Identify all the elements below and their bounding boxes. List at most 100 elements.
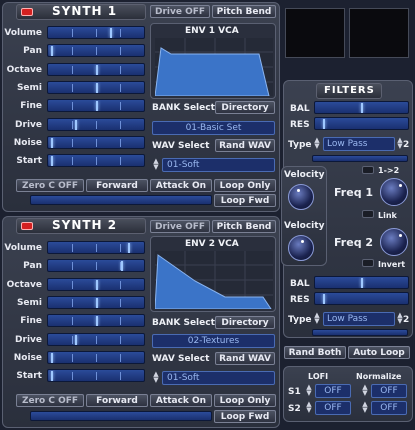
slider-handle[interactable] [51,352,53,363]
synth1-loop-fwd-button[interactable]: Loop Fwd [214,194,276,207]
slider-handle[interactable] [96,297,98,308]
s2-norm-value[interactable]: OFF [371,401,407,415]
slider-handle[interactable] [96,316,98,327]
synth2-row-slider[interactable] [47,314,145,328]
slider-handle[interactable] [75,119,78,130]
synth1-row-slider[interactable] [47,44,145,58]
synth2-row-slider[interactable] [47,369,145,383]
s2-lofi-spinner-icon[interactable]: ▲ ▼ [305,401,313,415]
synth2-env-box[interactable]: ENV 2 VCA [150,236,276,312]
slider-tick [72,65,73,74]
synth1-row-slider[interactable] [47,154,145,168]
filter-link-led[interactable] [362,210,374,218]
filter2-bar[interactable] [312,329,408,336]
synth2-row-slider[interactable] [47,295,145,309]
freq1-knob[interactable] [380,178,408,206]
rand-both-button[interactable]: Rand Both [284,346,346,359]
synth2-row-label: Volume [4,243,42,253]
synth2-envelope-graph[interactable] [155,251,273,309]
filter1-type-spinner-icon[interactable]: ▲ ▼ [313,137,321,151]
synth1-zero-c-button[interactable]: Zero C OFF [16,179,84,192]
synth1-row-slider[interactable] [47,62,145,76]
synth2-row-label: Start [16,371,42,382]
slider-handle[interactable] [96,279,98,290]
synth1-pitch-bend-button[interactable]: Pitch Bend [212,5,276,18]
synth1-rand-wav-button[interactable]: Rand WAV [215,139,275,152]
s2-norm-spinner-icon[interactable]: ▲ ▼ [361,401,369,415]
synth2-bank-value[interactable]: 02-Textures [152,334,275,348]
auto-loop-button[interactable]: Auto Loop [348,346,410,359]
synth2-row-slider[interactable] [47,277,145,291]
s2-lofi-value[interactable]: OFF [315,401,351,415]
synth2-row-slider[interactable] [47,241,145,254]
filter-invert-led[interactable] [362,259,374,267]
slider-handle[interactable] [51,137,53,148]
synth2-row-slider[interactable] [47,350,145,364]
synth2-row-slider[interactable] [47,259,145,273]
synth1-forward-button[interactable]: Forward [86,179,148,192]
synth1-power-led[interactable] [21,8,33,16]
synth1-row-slider[interactable] [47,135,145,149]
synth2-attack-button[interactable]: Attack On [150,394,212,407]
slider-handle[interactable] [75,334,78,345]
slider-handle[interactable] [51,371,53,382]
synth2-rand-wav-button[interactable]: Rand WAV [215,352,275,365]
s1-norm-spinner-icon[interactable]: ▲ ▼ [361,384,369,398]
filter1-type-value[interactable]: Low Pass [323,137,395,151]
filter2-type-spinner-icon[interactable]: ▲ ▼ [313,312,321,326]
synth1-directory-button[interactable]: Directory [215,101,275,114]
synth1-row-slider[interactable] [47,26,145,39]
slider-handle[interactable] [51,46,53,57]
synth2-row-slider[interactable] [47,332,145,346]
slider-tick [120,353,121,362]
velocity1-label: Velocity [284,170,325,180]
freq2-knob[interactable] [380,228,408,256]
slider-handle[interactable] [121,261,124,272]
slider-handle[interactable] [51,156,53,167]
synth1-env-box[interactable]: ENV 1 VCA [150,23,276,99]
filter1-bar[interactable] [312,155,408,162]
velocity2-knob[interactable] [288,235,314,261]
synth1-bank-value[interactable]: 01-Basic Set [152,121,275,135]
slider-handle[interactable] [127,243,130,253]
filter2-type-value[interactable]: Low Pass [323,312,395,326]
filter-route-led[interactable] [362,166,374,174]
filter2-res-slider[interactable] [314,292,409,305]
synth2-wav-spinner-icon[interactable]: ▲ ▼ [152,371,160,385]
synth1-row-slider[interactable] [47,117,145,131]
synth2-zero-c-button[interactable]: Zero C OFF [16,394,84,407]
synth1-wav-value[interactable]: 01-Soft [162,158,275,172]
filter1-res-slider[interactable] [314,117,409,130]
synth2-wav-value[interactable]: 01-Soft [162,371,275,385]
synth1-row-slider[interactable] [47,99,145,113]
filter2-bal-slider[interactable] [314,276,409,289]
velocity1-knob[interactable] [288,184,314,210]
synth1-attack-button[interactable]: Attack On [150,179,212,192]
synth1-wav-spinner-icon[interactable]: ▲ ▼ [152,158,160,172]
synth2-drive-button[interactable]: Drive OFF [150,220,210,233]
s1-norm-value[interactable]: OFF [371,384,407,398]
synth2-directory-button[interactable]: Directory [215,316,275,329]
synth1-drive-button[interactable]: Drive OFF [150,5,210,18]
slider-handle[interactable] [96,82,98,93]
slider-handle[interactable] [109,28,112,38]
synth2-power-led[interactable] [21,222,33,230]
s1-lofi-value[interactable]: OFF [315,384,351,398]
synth1-row-slider[interactable] [47,80,145,94]
filter1-bal-slider[interactable] [314,101,409,114]
synth2-forward-button[interactable]: Forward [86,394,148,407]
synth2-row-label: Noise [13,352,42,363]
filter-route-label: 1->2 [378,166,400,175]
synth2-loop-slider[interactable] [30,411,212,421]
synth1-loop-only-button[interactable]: Loop Only [214,179,276,192]
synth2-loop-fwd-button[interactable]: Loop Fwd [214,410,276,423]
filter2-num-value: 2 [403,315,410,325]
slider-handle[interactable] [96,64,98,75]
slider-tick [120,335,121,344]
synth2-loop-only-button[interactable]: Loop Only [214,394,276,407]
synth1-loop-slider[interactable] [30,195,212,205]
synth2-pitch-bend-button[interactable]: Pitch Bend [212,220,276,233]
synth1-envelope-graph[interactable] [155,38,273,96]
s1-lofi-spinner-icon[interactable]: ▲ ▼ [305,384,313,398]
slider-handle[interactable] [96,101,98,112]
